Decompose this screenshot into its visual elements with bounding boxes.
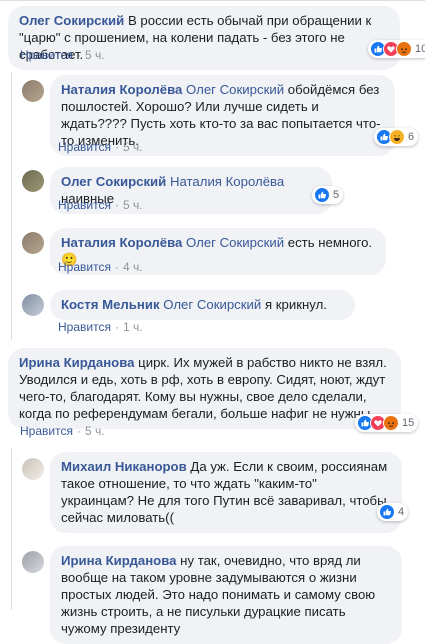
angry-icon <box>383 415 399 431</box>
avatar[interactable] <box>22 170 44 192</box>
timestamp[interactable]: 5 ч. <box>85 424 105 438</box>
reactions-summary[interactable]: 10 <box>368 40 425 58</box>
thread-line <box>11 448 12 610</box>
comment-author[interactable]: Михаил Никаноров <box>61 459 187 474</box>
comment-actions: Нравится · 1 ч. <box>58 320 143 334</box>
comment-bubble: Ирина Кирданова ну так, очевидно, что вр… <box>50 546 402 644</box>
haha-icon <box>389 129 405 145</box>
timestamp[interactable]: 1 ч. <box>123 320 143 334</box>
mention-link[interactable]: Олег Сокирский <box>186 235 284 250</box>
timestamp[interactable]: 5 ч. <box>123 198 143 212</box>
timestamp[interactable]: 5 ч. <box>85 48 105 62</box>
reactions-count: 15 <box>402 417 415 429</box>
avatar[interactable] <box>22 80 44 102</box>
like-link[interactable]: Нравится <box>20 48 73 62</box>
like-link[interactable]: Нравится <box>58 260 111 274</box>
avatar[interactable] <box>22 458 44 480</box>
comment-actions: Нравится · 5 ч. <box>58 198 143 212</box>
like-link[interactable]: Нравится <box>58 198 111 212</box>
mention-link[interactable]: Наталия Королёва <box>170 174 284 189</box>
reactions-count: 6 <box>408 131 415 143</box>
timestamp[interactable]: 4 ч. <box>123 260 143 274</box>
reactions-count: 5 <box>333 189 340 201</box>
comment-actions: Нравится · 5 ч. <box>20 48 105 62</box>
comment-bubble: Ирина Кирданова цирк. Их мужей в рабство… <box>8 348 401 429</box>
thread-line <box>11 72 12 340</box>
comment-actions: Нравится · 4 ч. <box>58 260 143 274</box>
top-border <box>0 0 425 1</box>
reactions-summary[interactable]: 4 <box>377 503 409 521</box>
avatar[interactable] <box>22 294 44 316</box>
comment-actions: Нравится · 5 ч. <box>20 424 105 438</box>
angry-icon <box>396 41 412 57</box>
reactions-summary[interactable]: 15 <box>355 414 419 432</box>
comment-author[interactable]: Олег Сокирский <box>19 13 124 28</box>
like-link[interactable]: Нравится <box>58 140 111 154</box>
reactions-summary[interactable]: 5 <box>312 186 344 204</box>
like-link[interactable]: Нравится <box>20 424 73 438</box>
mention-link[interactable]: Олег Сокирский <box>163 297 261 312</box>
avatar[interactable] <box>22 551 44 573</box>
comment-text: я крикнул. <box>264 297 327 312</box>
avatar[interactable] <box>22 232 44 254</box>
comment-author[interactable]: Ирина Кирданова <box>19 355 134 370</box>
comment-author[interactable]: Наталия Королёва <box>61 82 182 97</box>
comment-author[interactable]: Наталия Королёва <box>61 235 182 250</box>
reactions-summary[interactable]: 6 <box>374 128 419 146</box>
comment-bubble: Костя Мельник Олег Сокирский я крикнул. <box>50 290 355 320</box>
like-icon <box>314 187 330 203</box>
reactions-count: 10 <box>415 43 425 55</box>
timestamp[interactable]: 5 ч. <box>123 140 143 154</box>
like-link[interactable]: Нравится <box>58 320 111 334</box>
like-icon <box>379 504 395 520</box>
mention-link[interactable]: Олег Сокирский <box>186 82 284 97</box>
reactions-count: 4 <box>398 506 405 518</box>
comment-author[interactable]: Костя Мельник <box>61 297 160 312</box>
comment-bubble: Михаил Никаноров Да уж. Если к своим, ро… <box>50 452 402 533</box>
comment-author[interactable]: Ирина Кирданова <box>61 553 176 568</box>
comment-actions: Нравится · 5 ч. <box>58 140 143 154</box>
comment-author[interactable]: Олег Сокирский <box>61 174 166 189</box>
